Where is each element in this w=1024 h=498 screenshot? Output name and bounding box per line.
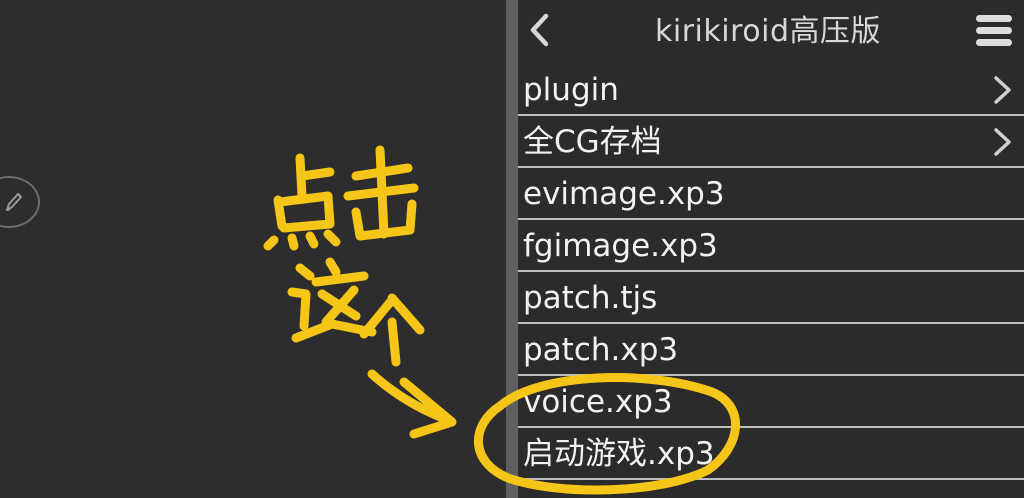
menu-icon-bar — [976, 27, 1012, 34]
menu-icon-bar — [976, 39, 1012, 46]
hamburger-menu-icon — [976, 15, 1012, 22]
list-item-file[interactable]: patch.tjs — [518, 272, 1024, 324]
list-item-label: patch.tjs — [523, 280, 658, 316]
list-item-file-launch-game[interactable]: 启动游戏.xp3 — [518, 428, 1024, 480]
list-item-label: voice.xp3 — [523, 384, 673, 420]
back-button[interactable] — [522, 10, 560, 50]
list-item-label: 全CG存档 — [523, 124, 662, 160]
list-item-folder[interactable]: 全CG存档 — [518, 116, 1024, 168]
list-item-label: 启动游戏.xp3 — [523, 436, 715, 472]
list-item-folder[interactable]: plugin — [518, 64, 1024, 116]
list-item-label: evimage.xp3 — [523, 176, 725, 212]
list-item-file[interactable]: voice.xp3 — [518, 376, 1024, 428]
toolbar: kirikiroid高压版 — [518, 0, 1024, 64]
chevron-right-icon — [994, 128, 1011, 156]
edit-button[interactable] — [0, 176, 40, 228]
menu-button[interactable] — [974, 12, 1014, 50]
list-item-label: patch.xp3 — [523, 332, 679, 368]
pane-divider[interactable] — [506, 0, 518, 498]
pencil-icon — [6, 193, 22, 211]
file-browser-panel: kirikiroid高压版 plugin 全CG存档 evimage.xp3 f… — [518, 0, 1024, 498]
chevron-left-icon — [530, 13, 549, 47]
app-screen: kirikiroid高压版 plugin 全CG存档 evimage.xp3 f… — [0, 0, 1024, 498]
app-title: kirikiroid高压版 — [655, 14, 881, 49]
list-item-file[interactable]: patch.xp3 — [518, 324, 1024, 376]
list-item-file[interactable]: evimage.xp3 — [518, 168, 1024, 220]
chevron-right-icon — [994, 76, 1011, 104]
list-item-file[interactable]: fgimage.xp3 — [518, 220, 1024, 272]
list-item-label: fgimage.xp3 — [523, 228, 718, 264]
list-item-label: plugin — [523, 72, 619, 108]
row-separator — [518, 478, 1024, 480]
left-empty-pane — [0, 0, 506, 498]
